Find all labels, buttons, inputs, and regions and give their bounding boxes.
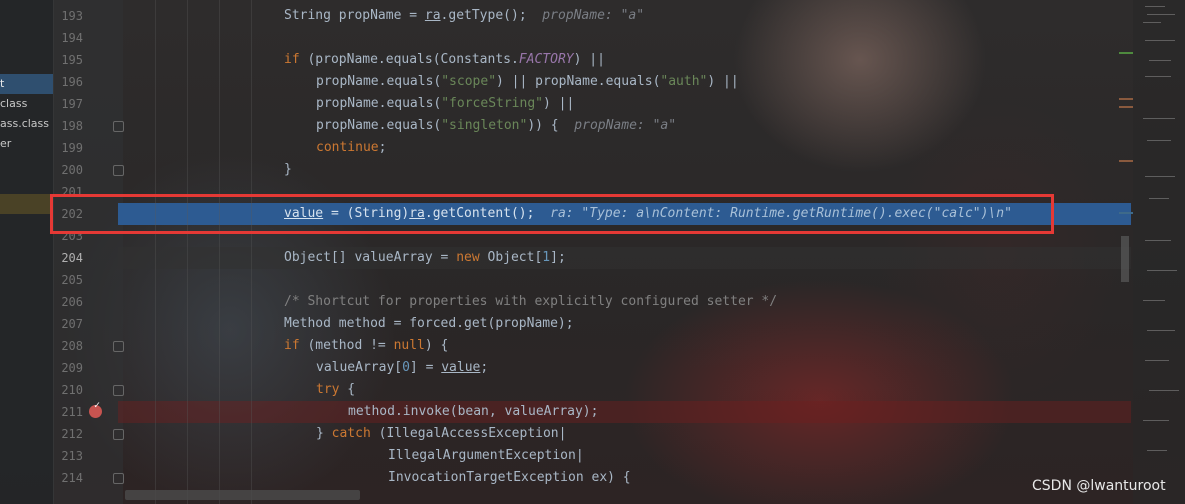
line-number: 196 (61, 75, 83, 89)
code-line-207: Method method = forced.get(propName); (284, 316, 574, 331)
code-line-195: if (propName.equals(Constants.FACTORY) |… (284, 52, 605, 67)
tree-item-label: ass.class (0, 117, 50, 130)
code-line-209: valueArray[0] = value; (316, 360, 489, 375)
tree-item-label: er (0, 137, 12, 150)
line-number: 197 (61, 97, 83, 111)
change-marker (1119, 160, 1133, 162)
fold-icon[interactable] (113, 429, 124, 440)
code-line-200: } (284, 162, 292, 177)
inline-debug-hint: propName: "a" (574, 118, 677, 133)
inline-debug-hint: propName: "a" (542, 8, 645, 23)
fold-icon[interactable] (113, 121, 124, 132)
code-minimap[interactable] (1119, 0, 1185, 504)
tree-item-label: class (0, 97, 28, 110)
code-line-212: } catch (IllegalAccessException| (316, 426, 567, 441)
change-marker (1119, 52, 1133, 54)
line-number: 204 (61, 251, 83, 265)
fold-icon[interactable] (113, 341, 124, 352)
tree-item[interactable]: ass.class (0, 114, 53, 134)
vertical-scrollbar[interactable] (1121, 236, 1129, 282)
indent-guide (219, 0, 220, 504)
code-line-204: Object[] valueArray = new Object[1]; (284, 250, 566, 265)
code-line-196: propName.equals("scope") || propName.equ… (316, 74, 739, 89)
tree-item-label: t (0, 77, 5, 90)
breakpoint-icon[interactable] (89, 400, 102, 418)
line-number: 206 (61, 295, 83, 309)
code-line-208: if (method != null) { (284, 338, 449, 353)
horizontal-scrollbar[interactable] (125, 490, 360, 500)
code-line-213: IllegalArgumentException| (388, 448, 584, 463)
code-line-197: propName.equals("forceString") || (316, 96, 575, 111)
line-number: 209 (61, 361, 83, 375)
line-number: 213 (61, 449, 83, 463)
code-line-211: method.invoke(bean, valueArray); (348, 404, 599, 419)
change-marker (1119, 98, 1133, 100)
line-number: 193 (61, 9, 83, 23)
current-line-highlight (118, 247, 1131, 269)
code-line-206: /* Shortcut for properties with explicit… (284, 294, 778, 309)
line-number: 208 (61, 339, 83, 353)
indent-guide (155, 0, 156, 504)
indent-guide (251, 0, 252, 504)
annotation-highlight-box (50, 194, 1054, 234)
fold-icon[interactable] (113, 165, 124, 176)
line-number: 212 (61, 427, 83, 441)
line-number: 198 (61, 119, 83, 133)
line-number: 195 (61, 53, 83, 67)
line-number: 211 (61, 405, 83, 419)
line-number: 207 (61, 317, 83, 331)
code-line-199: continue; (316, 140, 387, 155)
tree-item[interactable]: class (0, 94, 53, 114)
code-line-193: String propName = .getType();ra.getType(… (284, 8, 645, 23)
csdn-watermark: CSDN @lwanturoot (1032, 478, 1166, 494)
line-number: 205 (61, 273, 83, 287)
line-number: 194 (61, 31, 83, 45)
indent-guide (187, 0, 188, 504)
line-number: 200 (61, 163, 83, 177)
tree-item-highlight (0, 194, 53, 214)
fold-icon[interactable] (113, 385, 124, 396)
breakpoint-line-highlight (118, 401, 1131, 423)
project-tree-panel: t class ass.class er (0, 0, 54, 504)
change-marker (1119, 106, 1133, 108)
line-number: 210 (61, 383, 83, 397)
tree-item[interactable]: er (0, 134, 53, 154)
change-marker (1119, 212, 1133, 214)
line-number: 199 (61, 141, 83, 155)
code-line-210: try { (316, 382, 356, 397)
code-line-198: propName.equals("singleton")) { propName… (316, 118, 677, 133)
code-line-214: InvocationTargetException ex) { (388, 470, 631, 485)
tree-item-selected[interactable]: t (0, 74, 53, 94)
line-number: 214 (61, 471, 83, 485)
fold-icon[interactable] (113, 473, 124, 484)
